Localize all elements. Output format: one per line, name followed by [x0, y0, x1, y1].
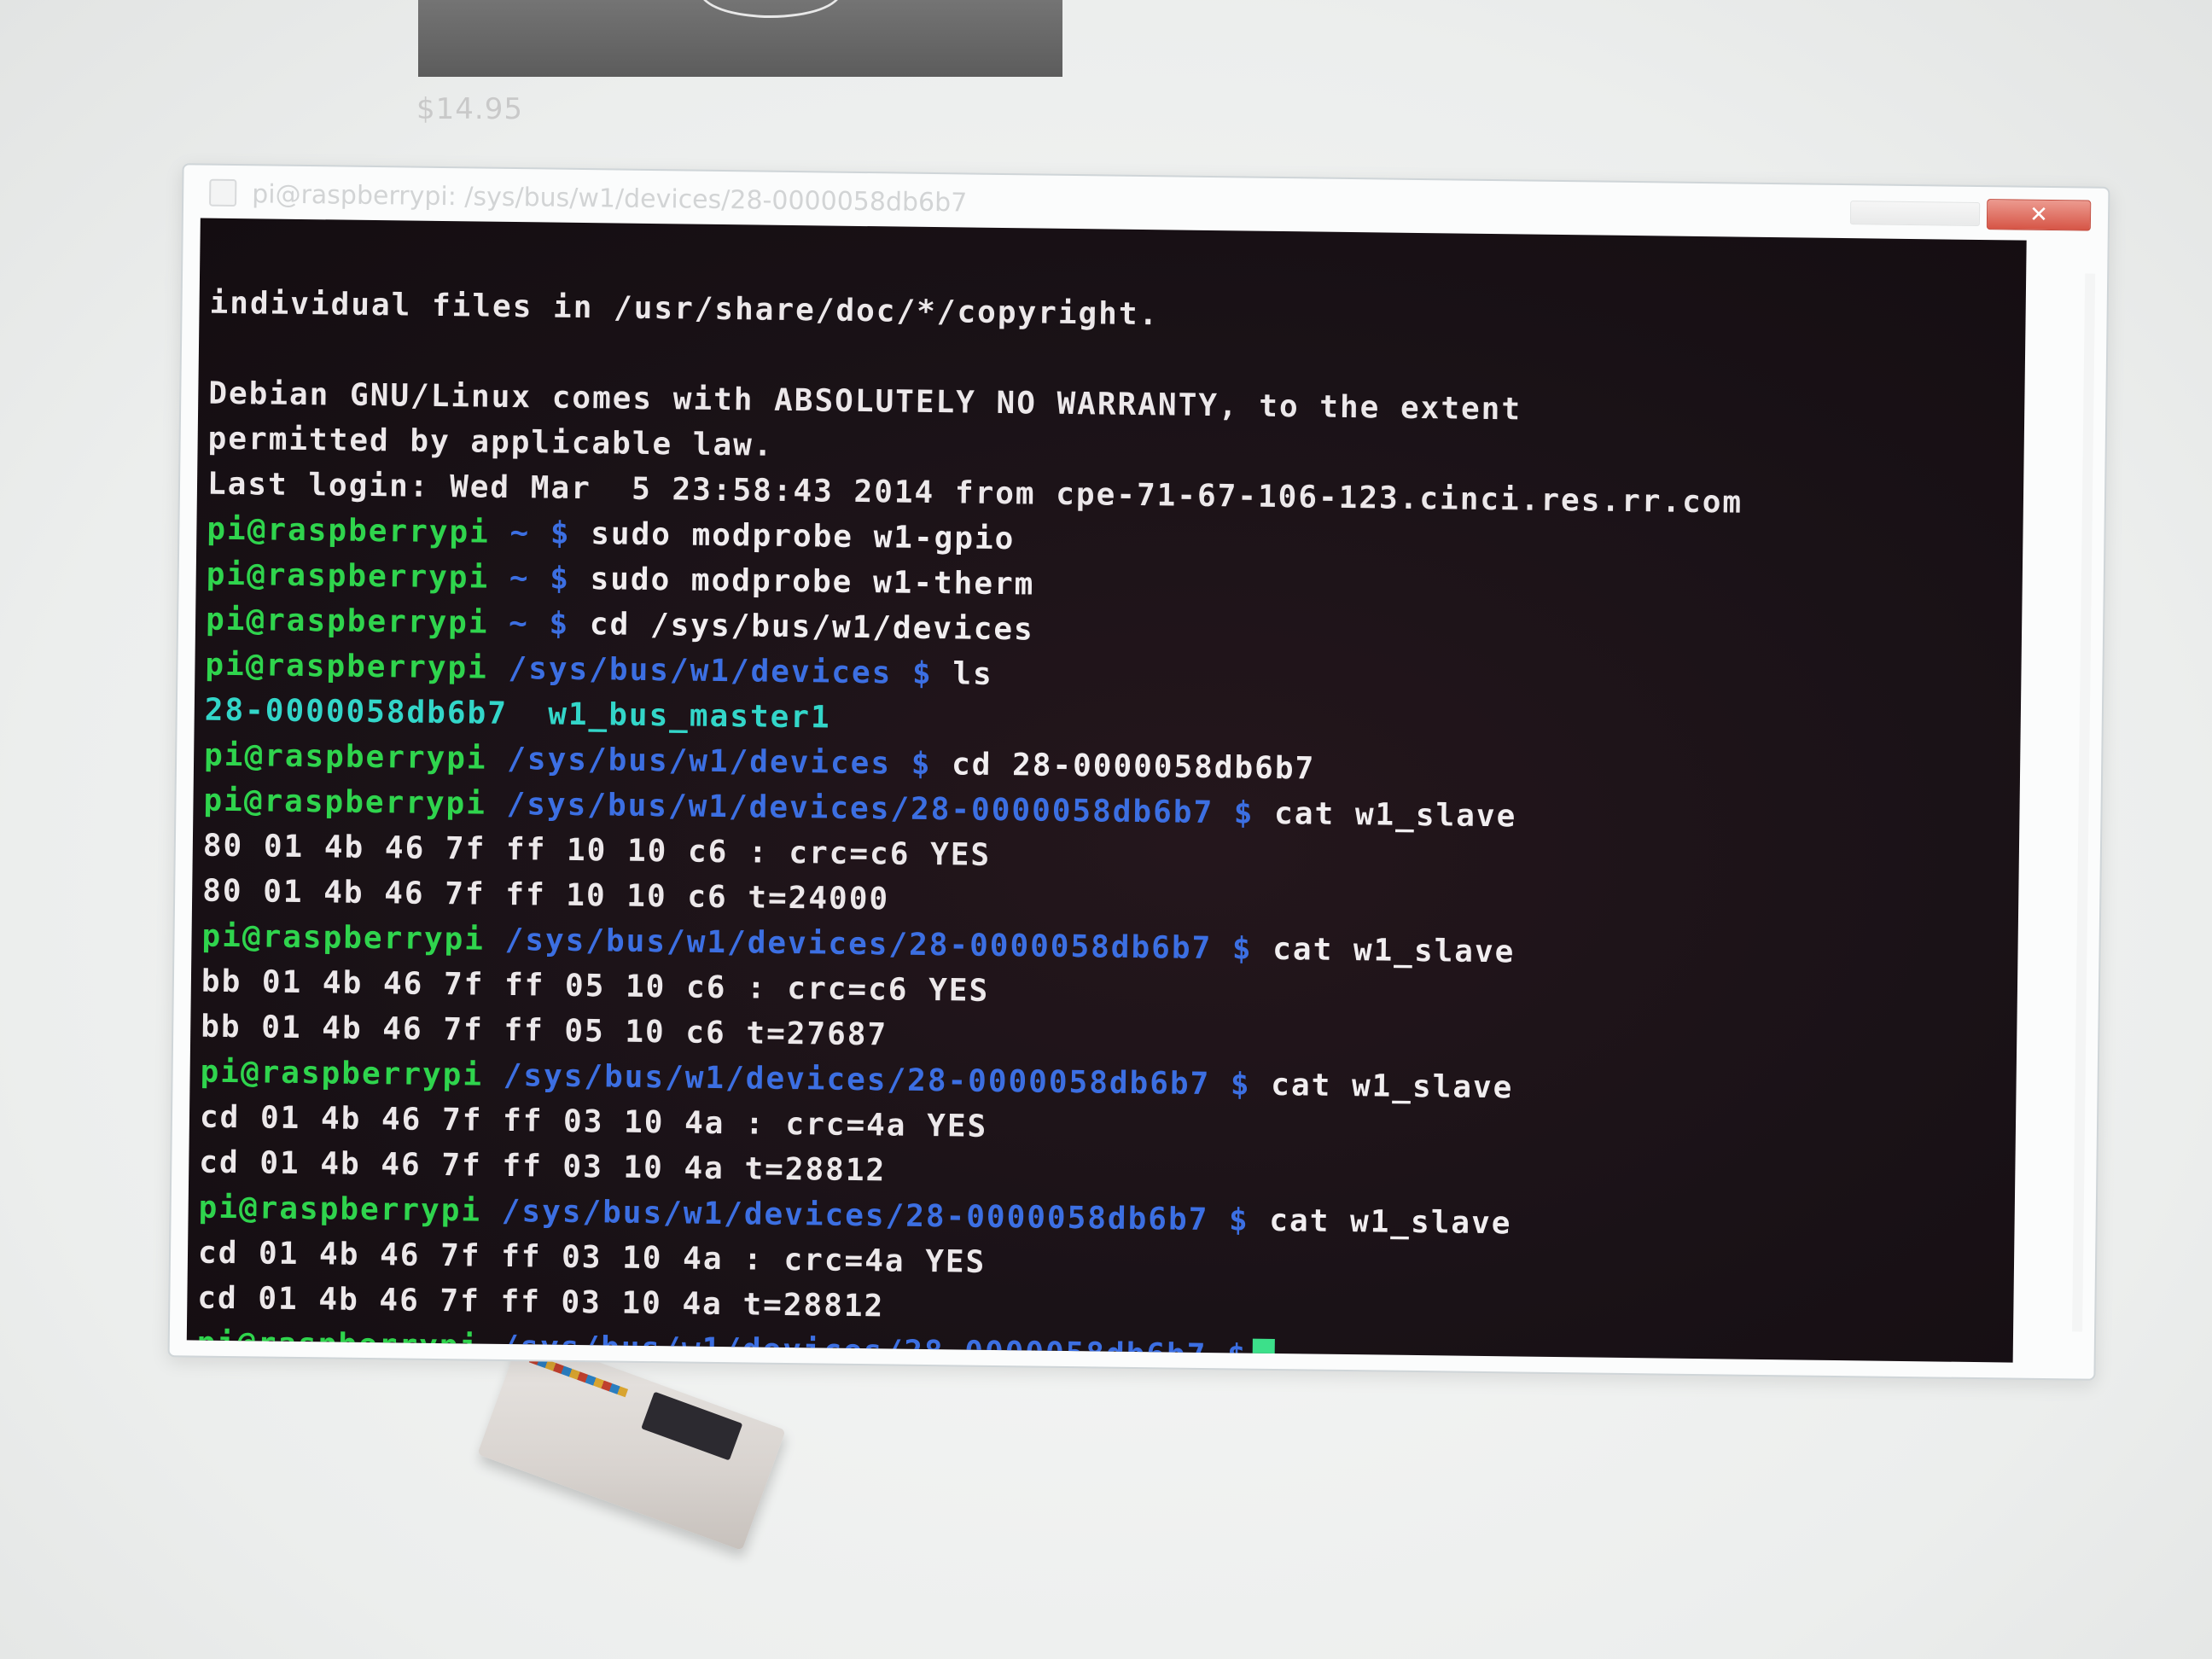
prompt-path: /sys/bus/w1/devices/28-0000058db6b7 — [504, 922, 1213, 967]
prompt-symbol: $ — [1228, 1202, 1249, 1238]
product-price: $14.95 — [416, 92, 523, 126]
prompt-path: /sys/bus/w1/devices/28-0000058db6b7 — [506, 786, 1214, 831]
terminal-output[interactable]: individual files in /usr/share/doc/*/cop… — [186, 218, 2027, 1363]
prompt-symbol: $ — [550, 515, 571, 551]
photo-scene: $14.95 pi@raspberrypi: /sys/bus/w1/devic… — [0, 0, 2212, 1659]
prompt-path: ~ — [509, 515, 531, 551]
command-text: sudo modprobe w1-therm — [590, 562, 1035, 602]
prompt-user: pi@raspberrypi — [200, 1054, 484, 1093]
terminal-window: pi@raspberrypi: /sys/bus/w1/devices/28-0… — [167, 163, 2110, 1381]
product-image — [418, 0, 1062, 77]
command-text: cat w1_slave — [1269, 1202, 1512, 1242]
prompt-user: pi@raspberrypi — [201, 918, 486, 958]
text-cursor[interactable] — [1252, 1338, 1275, 1363]
prompt-path: ~ — [509, 560, 530, 597]
prompt-path: ~ — [508, 605, 530, 642]
prompt-path: /sys/bus/w1/devices — [508, 650, 893, 691]
prompt-symbol: $ — [1233, 795, 1254, 831]
prompt-symbol: $ — [911, 746, 932, 783]
prompt-user: pi@raspberrypi — [203, 737, 487, 777]
command-text: ls — [952, 656, 993, 692]
scrollbar-track[interactable] — [2072, 273, 2096, 1332]
command-text: cat w1_slave — [1272, 931, 1516, 970]
prompt-path: /sys/bus/w1/devices/28-0000058db6b7 — [503, 1057, 1211, 1103]
prompt-symbol: $ — [1231, 931, 1253, 967]
prompt-user: pi@raspberrypi — [198, 1190, 482, 1229]
prompt-user: pi@raspberrypi — [206, 556, 490, 596]
command-text: cd /sys/bus/w1/devices — [589, 607, 1034, 648]
prompt-user: pi@raspberrypi — [196, 1325, 480, 1363]
prompt-user: pi@raspberrypi — [203, 783, 487, 822]
bus-master-entry: w1_bus_master1 — [547, 696, 831, 736]
command-text: cat w1_slave — [1271, 1067, 1514, 1106]
prompt-symbol: $ — [911, 655, 933, 692]
sensor-directory-entry: 28-0000058db6b7 — [204, 692, 509, 731]
prompt-user: pi@raspberrypi — [205, 647, 489, 686]
breadboard-image — [477, 1334, 786, 1551]
prompt-user: pi@raspberrypi — [207, 511, 491, 550]
window-title: pi@raspberrypi: /sys/bus/w1/devices/28-0… — [251, 179, 968, 218]
prompt-path: /sys/bus/w1/devices/28-0000058db6b7 — [501, 1193, 1209, 1238]
command-text: cat w1_slave — [1273, 795, 1517, 835]
prompt-user: pi@raspberrypi — [205, 602, 489, 641]
close-button[interactable]: ✕ — [1986, 199, 2092, 231]
prompt-symbol: $ — [1230, 1067, 1251, 1103]
prompt-symbol: $ — [549, 561, 571, 597]
prompt-symbol: $ — [1226, 1338, 1248, 1363]
terminal-icon — [209, 178, 237, 207]
prompt-path: /sys/bus/w1/devices/28-0000058db6b7 — [499, 1329, 1208, 1363]
command-text: cd 28-0000058db6b7 — [951, 747, 1316, 787]
command-text: sudo modprobe w1-gpio — [590, 516, 1016, 557]
window-controls[interactable] — [1849, 201, 1981, 226]
prompt-path: /sys/bus/w1/devices — [507, 741, 892, 782]
prompt-symbol: $ — [549, 606, 570, 642]
